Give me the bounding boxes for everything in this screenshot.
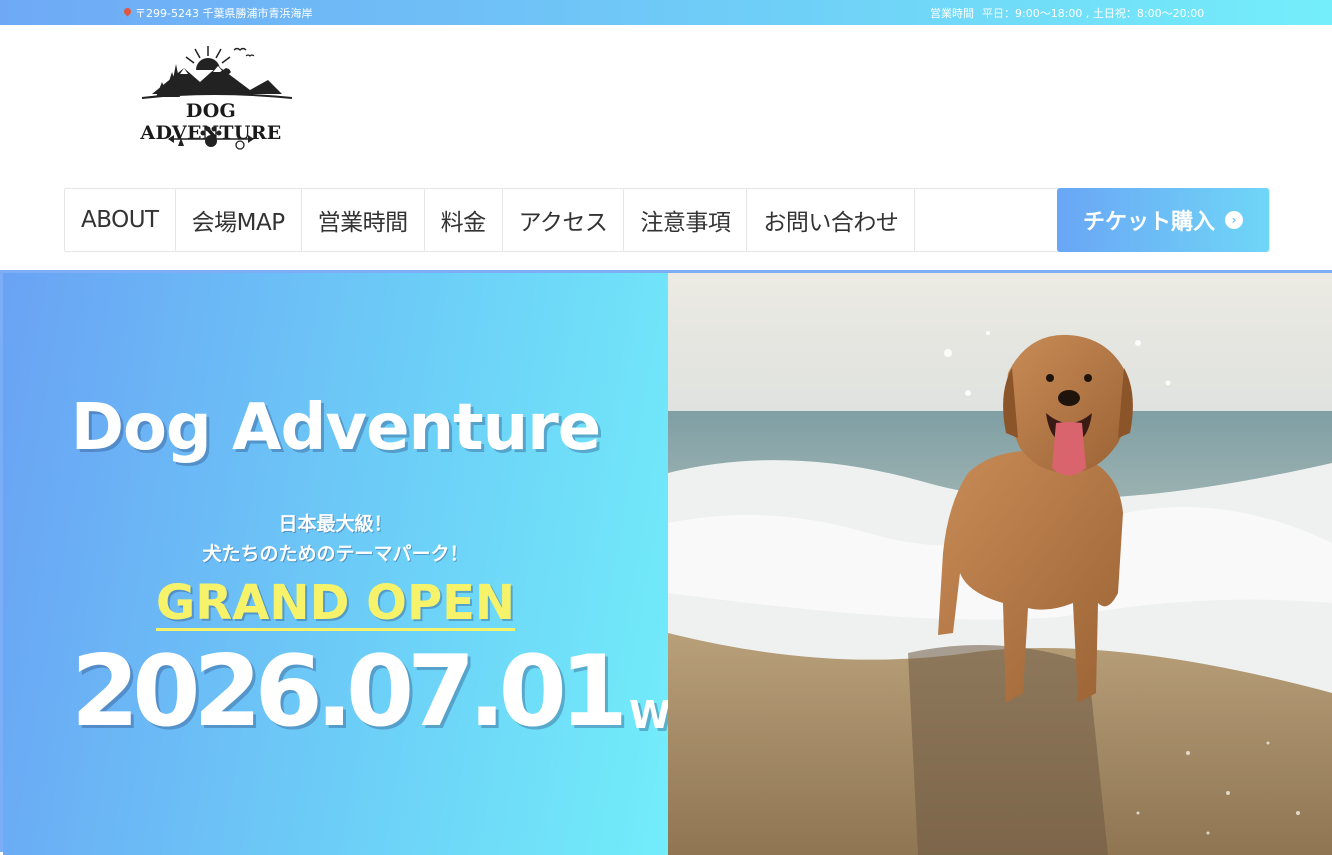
grand-open-label: GRAND OPEN bbox=[3, 575, 668, 632]
hero-text-panel: Dog Adventure 日本最大級！ 犬たちのためのテーマパーク！ GRAN… bbox=[3, 273, 728, 855]
open-date: 2026.07.01 WED bbox=[71, 643, 728, 741]
hours-label: 営業時間 bbox=[930, 7, 974, 20]
address-text: 〒299-5243 千葉県勝浦市青浜海岸 bbox=[135, 7, 313, 20]
nav-item-hours[interactable]: 営業時間 bbox=[302, 189, 425, 251]
nav-item-about[interactable]: ABOUT bbox=[65, 189, 176, 251]
top-info-bar: 〒299-5243 千葉県勝浦市青浜海岸 営業時間 平日：9:00〜18:00 … bbox=[0, 0, 1332, 25]
nav-item-notes[interactable]: 注意事項 bbox=[624, 189, 748, 251]
nav-item-map[interactable]: 会場MAP bbox=[176, 189, 302, 251]
business-hours: 営業時間 平日：9:00〜18:00 , 土日祝：8:00〜20:00 bbox=[930, 5, 1204, 21]
arrow-right-circle-icon: › bbox=[1225, 211, 1243, 229]
dog-beach-illustration bbox=[668, 273, 1332, 855]
nav-item-contact[interactable]: お問い合わせ bbox=[747, 189, 916, 251]
hero-subtitle-2: 犬たちのためのテーマパーク！ bbox=[202, 543, 469, 565]
hero-subtitle-1: 日本最大級！ bbox=[278, 513, 393, 535]
hero-section: Dog Adventure 日本最大級！ 犬たちのためのテーマパーク！ GRAN… bbox=[0, 270, 1332, 855]
logo-mountain-dog-icon bbox=[141, 46, 293, 99]
hero-photo-dog-beach bbox=[668, 273, 1332, 855]
map-pin-icon bbox=[123, 8, 132, 19]
grand-open-text: GRAND OPEN bbox=[155, 575, 516, 632]
address: 〒299-5243 千葉県勝浦市青浜海岸 bbox=[123, 5, 312, 21]
paw-arrows-icon bbox=[168, 126, 254, 150]
buy-ticket-label: チケット購入 bbox=[1082, 210, 1215, 235]
nav-item-price[interactable]: 料金 bbox=[425, 189, 503, 251]
hero-title: Dog Adventure bbox=[70, 391, 601, 465]
site-logo[interactable]: DOG ADVENTURE bbox=[122, 42, 300, 156]
open-date-number: 2026.07.01 bbox=[71, 635, 628, 749]
nav-item-access[interactable]: アクセス bbox=[503, 189, 625, 251]
main-nav: ABOUT 会場MAP 営業時間 料金 アクセス 注意事項 お問い合わせ チケッ… bbox=[64, 188, 1270, 252]
buy-ticket-button[interactable]: チケット購入 › bbox=[1057, 188, 1269, 252]
hours-value: 平日：9:00〜18:00 , 土日祝：8:00〜20:00 bbox=[982, 7, 1205, 20]
